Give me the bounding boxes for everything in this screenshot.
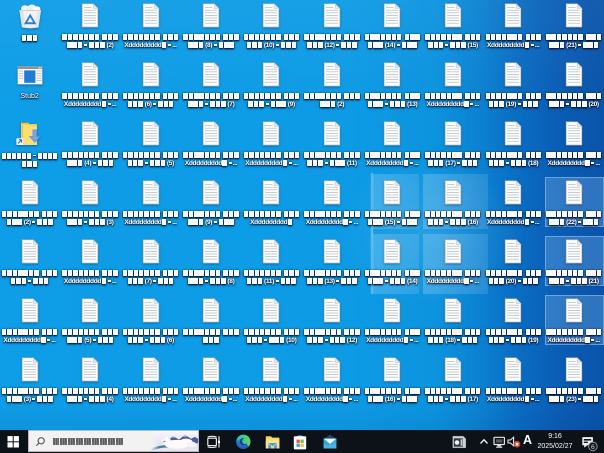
svg-text:6: 6 — [591, 443, 595, 450]
